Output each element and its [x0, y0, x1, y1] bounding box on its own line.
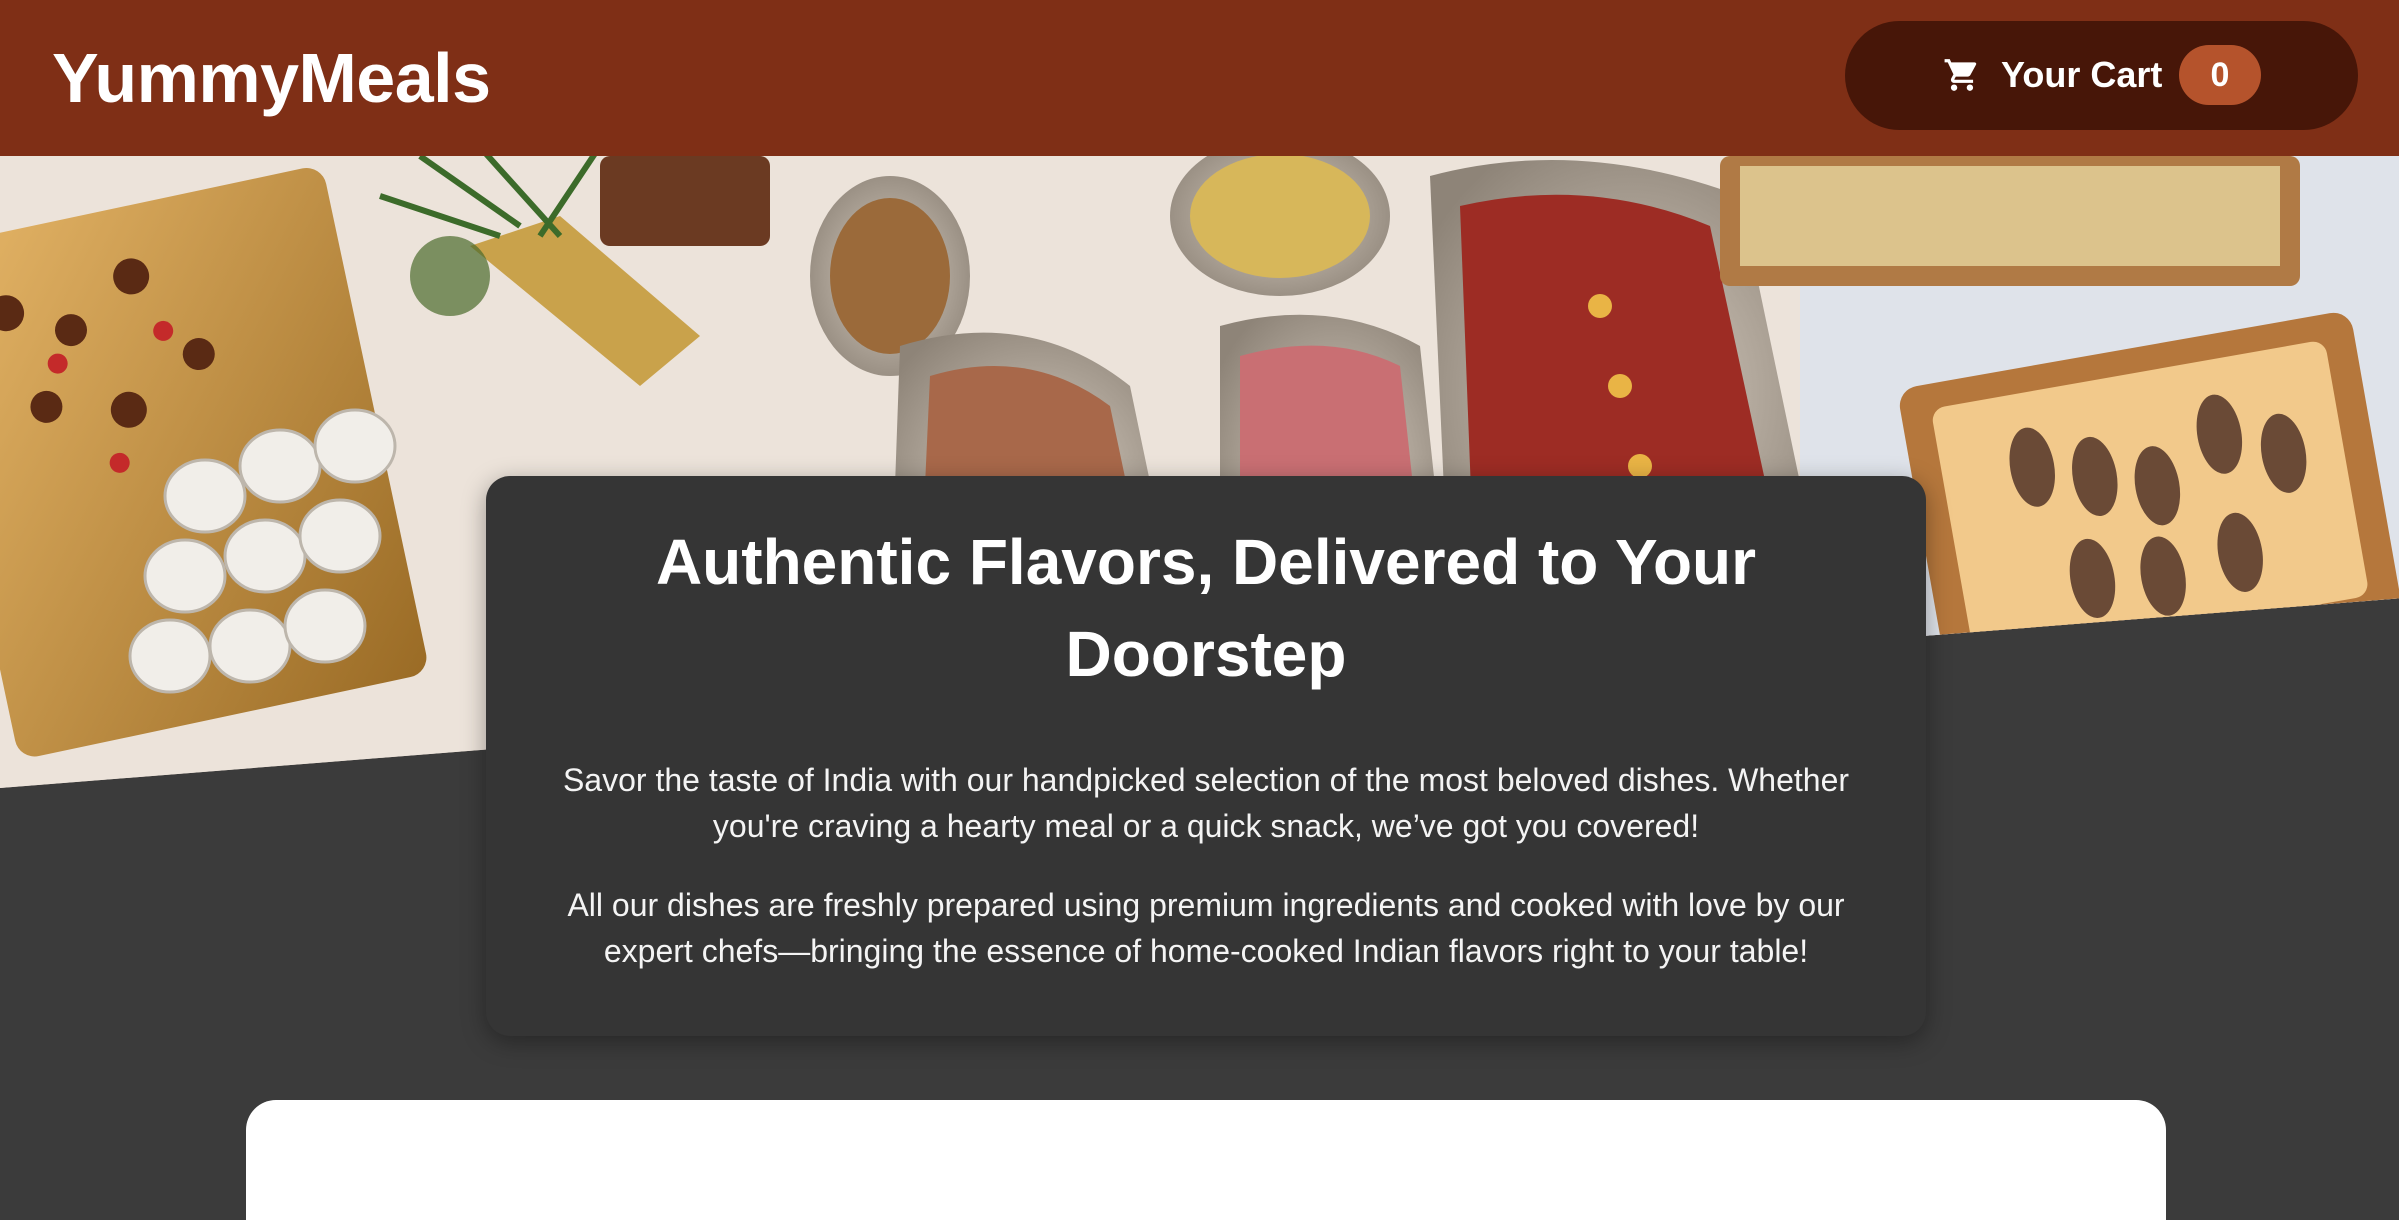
- brand-logo[interactable]: YummyMeals: [52, 34, 491, 122]
- intro-paragraph-2: All our dishes are freshly prepared usin…: [567, 887, 1845, 969]
- page-title: Authentic Flavors, Delivered to Your Doo…: [655, 526, 1757, 690]
- intro-paragraph-1: Savor the taste of India with our handpi…: [562, 762, 1850, 844]
- cart-label: Your Cart: [2001, 54, 2163, 95]
- cart-count-badge: 0: [2179, 45, 2261, 105]
- site-header: YummyMeals Your Cart 0: [0, 0, 2399, 156]
- cart-button[interactable]: Your Cart 0: [1845, 21, 2358, 130]
- shopping-cart-icon: [1944, 59, 1977, 91]
- menu-panel: [246, 1100, 2166, 1220]
